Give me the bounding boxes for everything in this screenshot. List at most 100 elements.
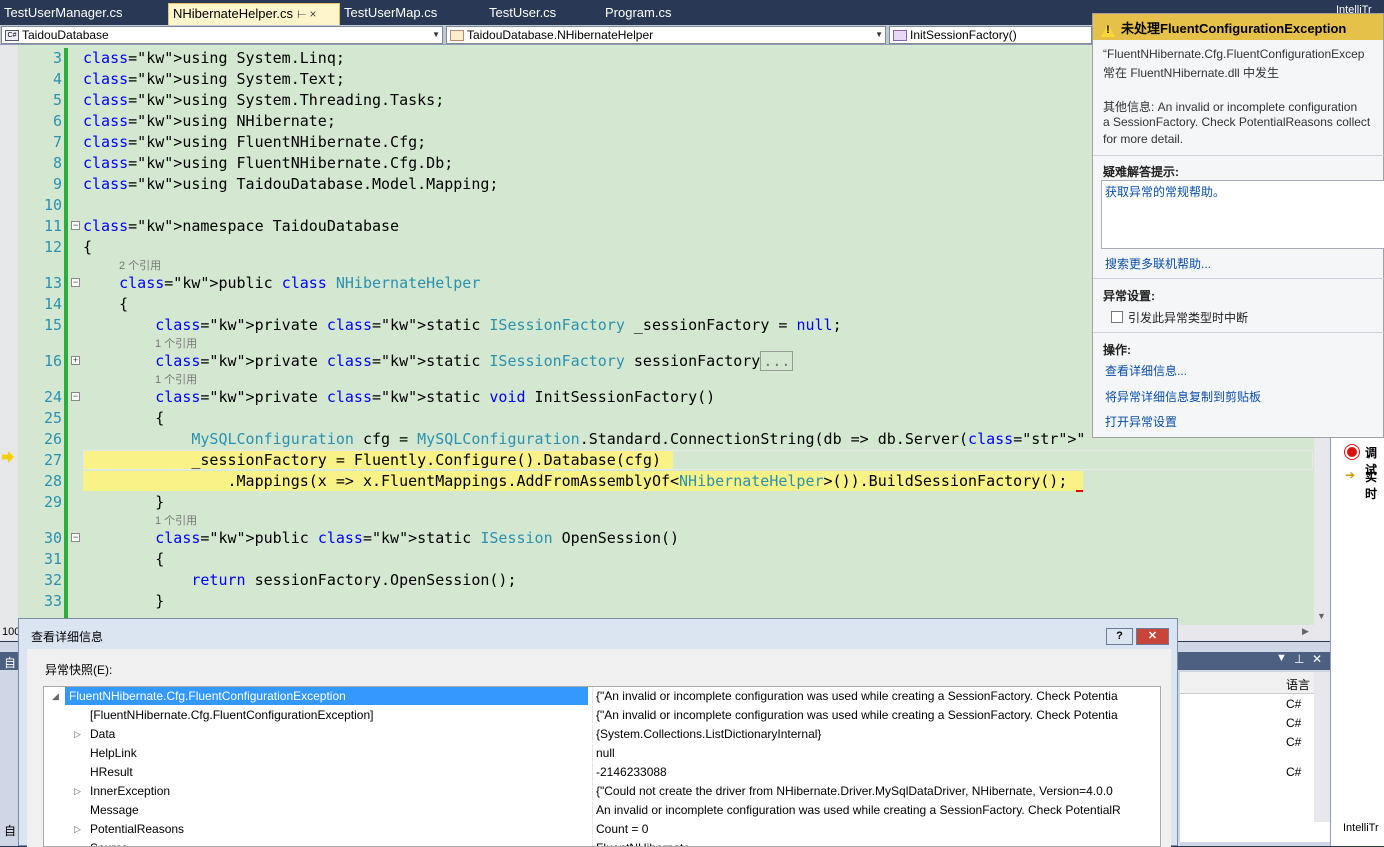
tree-row[interactable]: ▷ PotentialReasons Count = 0 (44, 820, 1160, 839)
project-dropdown[interactable]: C# TaidouDatabase ▼ (1, 26, 443, 44)
chevron-down-icon: ▼ (432, 30, 440, 39)
tree-row[interactable]: ▷ Data {System.Collections.ListDictionar… (44, 725, 1160, 744)
property-value: {"An invalid or incomplete configuration… (592, 687, 1160, 705)
code-line[interactable]: class="kw">using System.Linq; (83, 49, 345, 67)
pin-icon[interactable]: ⊥ (1294, 652, 1304, 666)
code-line[interactable]: class="kw">using TaidouDatabase.Model.Ma… (83, 175, 498, 193)
member-dropdown[interactable]: InitSessionFactory() (889, 26, 1092, 44)
break-on-exception-checkbox[interactable] (1111, 311, 1123, 323)
change-tracking-bar (64, 48, 68, 110)
intellitrace-tab-bottom[interactable]: IntelliTr (1343, 822, 1379, 834)
codelens-references[interactable]: 2 个引用 (119, 257, 161, 273)
line-number: 8 (52, 154, 62, 172)
collapse-icon[interactable]: ◢ (52, 687, 59, 705)
code-line[interactable]: } (83, 592, 164, 610)
tab-nhibernatehelper[interactable]: NHibernateHelper.cs ⊢ × (168, 3, 340, 25)
tab-label: TestUser.cs (489, 5, 557, 20)
close-icon[interactable]: ✕ (1312, 652, 1322, 666)
line-number: 14 (43, 295, 62, 313)
property-name: HelpLink (90, 746, 137, 760)
scroll-right-icon[interactable]: ▶ (1302, 626, 1309, 637)
code-line[interactable]: class="kw">private class="kw">static voi… (83, 388, 715, 406)
project-dropdown-value: TaidouDatabase (22, 28, 109, 42)
open-exception-settings-link[interactable]: 打开异常设置 (1105, 413, 1177, 430)
tree-row[interactable]: Message An invalid or incomplete configu… (44, 801, 1160, 820)
pin-icon[interactable]: ⊢ (297, 9, 307, 21)
copy-details-link[interactable]: 将异常详细信息复制到剪贴板 (1105, 388, 1261, 405)
code-line[interactable]: } (83, 493, 164, 511)
expand-icon[interactable]: ▷ (74, 782, 81, 800)
codelens-references[interactable]: 1 个引用 (155, 512, 197, 528)
code-line[interactable]: .Mappings(x => x.FluentMappings.AddFromA… (83, 472, 1067, 490)
search-online-help-link[interactable]: 搜索更多联机帮助... (1105, 255, 1211, 272)
collapse-icon[interactable]: − (71, 278, 80, 287)
code-line[interactable]: class="kw">public class="kw">static ISes… (83, 529, 679, 547)
line-number: 4 (52, 70, 62, 88)
property-name: FluentNHibernate.Cfg.FluentConfiguration… (65, 687, 588, 705)
code-line[interactable]: _sessionFactory = Fluently.Configure().D… (83, 451, 661, 469)
troubleshoot-tip-link[interactable]: 获取异常的常规帮助。 (1105, 183, 1225, 200)
expand-icon[interactable]: ▷ (74, 725, 81, 743)
code-line[interactable]: { (83, 409, 164, 427)
indicator-margin[interactable] (0, 45, 18, 625)
tab-testusermanager[interactable]: TestUserManager.cs (0, 3, 168, 25)
csharp-project-icon: C# (5, 30, 19, 42)
code-line[interactable]: class="kw">using System.Threading.Tasks; (83, 91, 444, 109)
collapse-icon[interactable]: − (71, 533, 80, 542)
tab-program[interactable]: Program.cs (601, 3, 719, 25)
exception-snapshot-tree[interactable]: ◢ FluentNHibernate.Cfg.FluentConfigurati… (43, 686, 1161, 847)
code-line[interactable]: class="kw">private class="kw">static ISe… (83, 316, 841, 334)
code-line[interactable]: return sessionFactory.OpenSession(); (83, 571, 516, 589)
close-button[interactable]: ✕ (1136, 628, 1169, 645)
close-icon[interactable]: × (310, 7, 317, 21)
language-cell: C# (1286, 697, 1302, 711)
troubleshooting-list[interactable]: 获取异常的常规帮助。 (1101, 180, 1384, 249)
tab-testusermap[interactable]: TestUserMap.cs (340, 3, 485, 25)
help-button[interactable]: ? (1106, 628, 1133, 645)
code-line[interactable]: MySQLConfiguration cfg = MySQLConfigurat… (83, 430, 1083, 448)
exception-settings-heading: 异常设置: (1103, 289, 1155, 303)
tree-row[interactable]: HelpLink null (44, 744, 1160, 763)
codelens-references[interactable]: 1 个引用 (155, 371, 197, 387)
line-number: 24 (43, 388, 62, 406)
grid-scrollbar[interactable] (1314, 672, 1330, 822)
code-line[interactable]: class="kw">private class="kw">static ISe… (83, 351, 794, 371)
view-details-link[interactable]: 查看详细信息... (1105, 362, 1187, 379)
break-on-exception-label[interactable]: 引发此异常类型时中断 (1128, 309, 1248, 326)
tab-testuser[interactable]: TestUser.cs (485, 3, 601, 25)
code-line[interactable]: { (83, 295, 128, 313)
dropdown-icon[interactable]: ▼ (1276, 652, 1287, 664)
scroll-down-icon[interactable]: ▼ (1317, 611, 1326, 621)
code-line[interactable]: class="kw">using FluentNHibernate.Cfg; (83, 133, 426, 151)
realtime-item[interactable]: 实时 (1365, 468, 1384, 502)
tree-row[interactable]: ◢ FluentNHibernate.Cfg.FluentConfigurati… (44, 687, 1160, 706)
collapse-icon[interactable]: − (71, 392, 80, 401)
line-number: 9 (52, 175, 62, 193)
exception-title: 未处理FluentConfigurationException (1121, 21, 1347, 36)
bottom-tool-title: 自 (4, 656, 17, 670)
code-line[interactable]: class="kw">using FluentNHibernate.Cfg.Db… (83, 154, 453, 172)
code-line[interactable]: { (83, 238, 92, 256)
exception-source-text: 常在 FluentNHibernate.dll 中发生 (1103, 66, 1280, 80)
tab-label: TestUserMap.cs (344, 5, 438, 20)
code-line[interactable]: class="kw">namespace TaidouDatabase (83, 217, 399, 235)
code-line[interactable]: class="kw">using NHibernate; (83, 112, 336, 130)
class-dropdown[interactable]: TaidouDatabase.NHibernateHelper ▼ (446, 26, 886, 44)
document-tab-bar: TestUserManager.cs NHibernateHelper.cs ⊢ ×… (0, 0, 1092, 25)
line-number: 13 (43, 274, 62, 292)
tree-row[interactable]: HResult -2146233088 (44, 763, 1160, 782)
tree-row[interactable]: [FluentNHibernate.Cfg.FluentConfiguratio… (44, 706, 1160, 725)
property-value: {"An invalid or incomplete configuration… (592, 706, 1160, 724)
line-number: 15 (43, 316, 62, 334)
codelens-references[interactable]: 1 个引用 (155, 335, 197, 351)
language-column-header[interactable]: 语言 (1286, 676, 1310, 693)
tree-row[interactable]: ▷ InnerException {"Could not create the … (44, 782, 1160, 801)
code-line[interactable]: { (83, 550, 164, 568)
collapse-icon[interactable]: − (71, 221, 80, 230)
expand-icon[interactable]: ▷ (74, 820, 81, 838)
code-line[interactable]: class="kw">using System.Text; (83, 70, 345, 88)
code-line[interactable]: class="kw">public class NHibernateHelper (83, 274, 480, 292)
expand-icon[interactable]: + (71, 356, 80, 365)
tab-label: TestUserManager.cs (4, 5, 123, 20)
language-cell: C# (1286, 765, 1302, 779)
